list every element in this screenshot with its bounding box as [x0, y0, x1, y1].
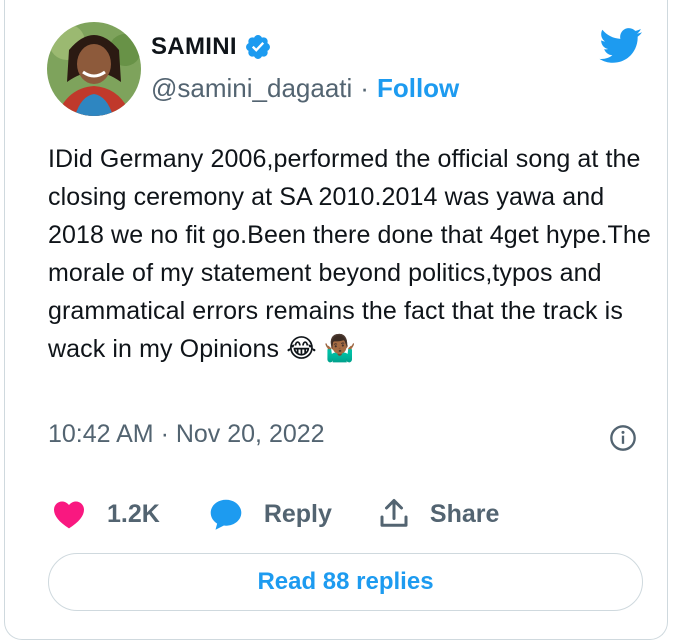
speech-bubble-icon [210, 499, 242, 530]
author-name[interactable]: SAMINI [151, 33, 237, 61]
tweet-body: IDid Germany 2006,performed the official… [48, 145, 658, 363]
share-label: Share [429, 499, 500, 528]
tears-of-joy-emoji: 😂 [286, 334, 317, 364]
handle-row: @samini_dagaati · Follow [151, 73, 459, 104]
follow-button[interactable]: Follow [377, 73, 459, 104]
author-name-row[interactable]: SAMINI [151, 33, 272, 61]
separator-dot: · [360, 73, 369, 103]
reply-button[interactable]: Reply [208, 496, 376, 532]
read-replies-button[interactable]: Read 88 replies [48, 553, 643, 611]
share-upload-icon [380, 499, 408, 527]
verified-badge-icon [245, 35, 270, 59]
like-button[interactable]: 1.2K [51, 496, 208, 532]
read-replies-label: Read 88 replies [257, 568, 434, 595]
avatar-image [47, 22, 141, 116]
like-count: 1.2K [107, 499, 160, 528]
twitter-bird-icon[interactable] [599, 28, 643, 64]
tweet-text: IDid Germany 2006,performed the official… [48, 140, 658, 368]
shrug-emoji: 🤷🏾‍♂️ [323, 334, 357, 364]
reply-label: Reply [263, 499, 332, 528]
author-handle[interactable]: @samini_dagaati [151, 73, 352, 104]
avatar[interactable] [47, 22, 141, 116]
heart-icon [54, 501, 84, 529]
tweet-actions: 1.2K Reply Share [51, 494, 499, 534]
tweet-card: SAMINI @samini_dagaati · Follow IDid Ger… [4, 0, 668, 640]
tweet-timestamp[interactable]: 10:42 AM · Nov 20, 2022 [48, 420, 325, 449]
share-button[interactable]: Share [376, 496, 499, 532]
info-icon[interactable] [609, 424, 637, 452]
